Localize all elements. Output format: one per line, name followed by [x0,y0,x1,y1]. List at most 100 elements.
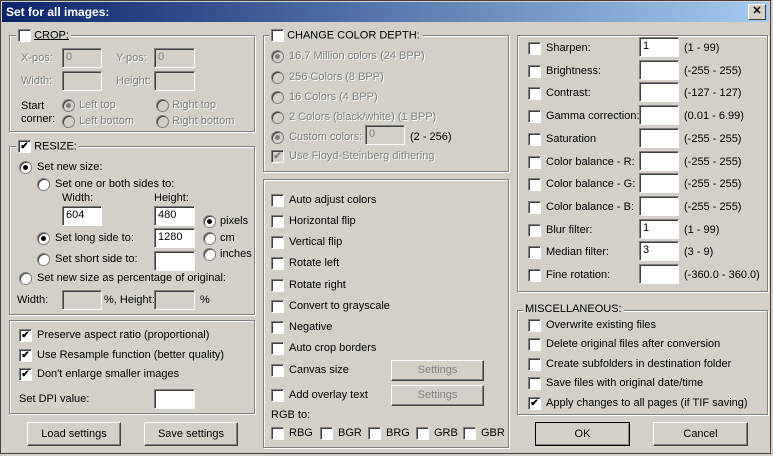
color-balance-r-input[interactable] [639,150,679,171]
color-balance-g-input[interactable] [639,173,679,194]
autocrop-checkbox[interactable] [271,342,284,355]
delete-originals-checkbox[interactable] [528,338,541,351]
dither-checkbox[interactable]: ✔ [271,150,284,163]
keep-date-checkbox[interactable] [528,377,541,390]
rgb-gbr-label: GBR [481,427,505,439]
xpos-input[interactable]: 0 [62,48,102,68]
resize-width-input[interactable]: 604 [62,206,102,226]
right-top-radio[interactable] [156,99,169,112]
short-side-input[interactable] [154,251,195,271]
rgb-bgr-checkbox[interactable] [320,427,333,440]
inches-radio[interactable] [203,248,216,261]
left-top-label: Left top [79,99,116,111]
contrast-input[interactable] [639,82,679,103]
rgb-rbg-checkbox[interactable] [271,427,284,440]
brightness-checkbox[interactable] [528,64,541,78]
color-depth-label: CHANGE COLOR DEPTH: [287,29,420,42]
resample-label: Use Resample function (better quality) [37,349,225,361]
preserve-checkbox[interactable]: ✔ [19,329,32,342]
load-settings-button[interactable]: Load settings [27,422,121,446]
color-balance-b-input[interactable] [639,195,679,216]
auto-adjust-checkbox[interactable] [271,194,284,207]
cancel-button[interactable]: Cancel [653,422,748,446]
depth-24bpp-radio[interactable] [271,50,284,63]
left-top-radio[interactable] [62,99,75,112]
color-balance-b-checkbox[interactable] [528,200,541,214]
blur-filter-input[interactable]: 1 [639,218,679,239]
set-new-size-radio[interactable] [19,161,32,174]
save-settings-button[interactable]: Save settings [144,422,238,446]
crop-width-input[interactable] [62,71,102,91]
all-pages-checkbox[interactable]: ✔ [528,397,541,410]
gamma-correction-input[interactable] [639,105,679,126]
resize-height-input[interactable]: 480 [154,206,195,226]
contrast-checkbox[interactable] [528,87,541,101]
close-button[interactable]: ✕ [748,4,766,20]
hflip-checkbox[interactable] [271,215,284,228]
canvas-settings-button[interactable]: Settings [391,360,484,381]
median-filter-checkbox[interactable] [528,246,541,260]
overwrite-checkbox[interactable] [528,319,541,332]
sharpen-label: Sharpen: [546,42,591,54]
pct-width-input[interactable] [62,290,102,310]
depth-4bpp-radio[interactable] [271,91,284,104]
pixels-label: pixels [220,215,249,227]
rgb-grb-checkbox[interactable] [416,427,429,440]
overwrite-label: Overwrite existing files [546,319,657,331]
saturation-checkbox[interactable] [528,132,541,146]
custom-colors-input[interactable]: 0 [365,125,405,145]
pct-height-input[interactable] [154,290,195,310]
ypos-input[interactable]: 0 [154,48,195,68]
depth-8bpp-radio[interactable] [271,71,284,84]
rotate-right-checkbox[interactable] [271,279,284,292]
pixels-radio[interactable] [203,215,216,228]
canvas-size-checkbox[interactable] [271,364,284,377]
one-or-both-radio[interactable] [37,178,50,191]
color-balance-g-checkbox[interactable] [528,178,541,192]
color-balance-r-checkbox[interactable] [528,155,541,169]
fine-rotation-checkbox[interactable] [528,269,541,282]
gamma-correction-checkbox[interactable] [528,110,541,124]
color-balance-r-label: Color balance - R: [546,155,635,168]
right-bottom-radio[interactable] [156,115,169,128]
auto-adjust-label: Auto adjust colors [289,194,377,206]
depth-1bpp-radio[interactable] [271,111,284,124]
brightness-input[interactable] [639,59,679,80]
overlay-settings-button[interactable]: Settings [391,385,484,406]
overlay-text-checkbox[interactable] [271,389,284,402]
blur-filter-checkbox[interactable] [528,223,541,237]
long-side-radio[interactable] [37,232,50,245]
sharpen-checkbox[interactable] [528,42,541,55]
long-side-input[interactable]: 1280 [154,228,195,248]
saturation-input[interactable] [639,127,679,148]
vflip-label: Vertical flip [289,236,343,248]
dont-enlarge-checkbox[interactable]: ✔ [19,368,32,381]
fine-rotation-input[interactable] [639,264,679,284]
color-balance-g-range: (-255 - 255) [684,178,742,191]
subfolders-label: Create subfolders in destination folder [546,358,732,370]
grayscale-checkbox[interactable] [271,300,284,313]
negative-checkbox[interactable] [271,321,284,334]
cm-radio[interactable] [203,232,216,245]
preserve-label: Preserve aspect ratio (proportional) [37,329,210,341]
resize-checkbox[interactable]: ✔ [18,140,31,153]
left-bottom-radio[interactable] [62,115,75,128]
custom-colors-radio[interactable] [271,131,284,144]
crop-height-input[interactable] [154,71,195,91]
dpi-input[interactable] [154,389,195,409]
corner-label: corner: [21,113,56,125]
short-side-radio[interactable] [37,253,50,266]
color-depth-checkbox[interactable] [271,29,284,42]
median-filter-input[interactable]: 3 [639,241,679,262]
vflip-checkbox[interactable] [271,236,284,249]
rotate-left-checkbox[interactable] [271,257,284,270]
resample-checkbox[interactable]: ✔ [19,349,32,362]
rgb-brg-checkbox[interactable] [368,427,381,440]
crop-checkbox[interactable] [18,29,31,42]
fine-rotation-range: (-360.0 - 360.0) [684,269,760,281]
subfolders-checkbox[interactable] [528,358,541,371]
percentage-radio[interactable] [19,272,32,285]
sharpen-input[interactable]: 1 [639,37,679,57]
ok-button[interactable]: OK [535,422,630,446]
rgb-gbr-checkbox[interactable] [463,427,476,440]
